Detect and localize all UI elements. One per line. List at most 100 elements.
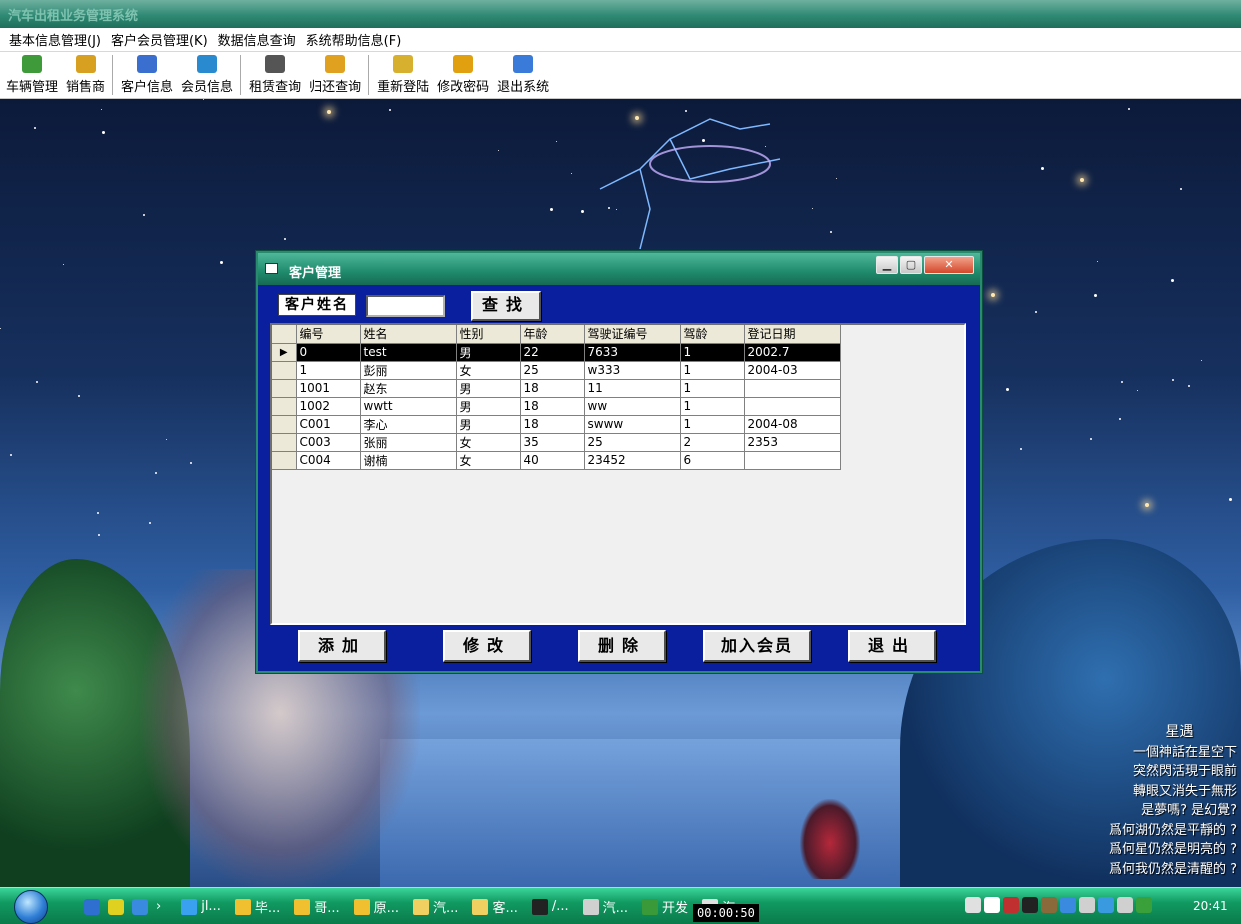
keyboard-icon[interactable] — [965, 897, 981, 913]
table-cell[interactable]: 35 — [520, 433, 585, 452]
taskbar-item[interactable]: 汽... — [409, 897, 466, 916]
minimize-button[interactable]: ▁ — [876, 256, 898, 274]
table-cell[interactable]: 2004-08 — [744, 415, 841, 434]
table-row[interactable]: C003 张丽女 35 25 2 2353 — [272, 433, 841, 452]
grid-column-header[interactable]: 登记日期 — [744, 325, 841, 344]
row-selector[interactable] — [272, 397, 297, 416]
toolbar-button[interactable]: 会员信息 — [177, 55, 237, 95]
toolbar-button[interactable]: 修改密码 — [433, 55, 493, 95]
row-selector[interactable] — [272, 433, 297, 452]
grid-column-header[interactable]: 性别 — [456, 325, 521, 344]
table-cell[interactable]: test — [360, 343, 457, 362]
table-cell[interactable]: swww — [584, 415, 681, 434]
table-cell[interactable]: 2353 — [744, 433, 841, 452]
toolbar-button[interactable]: 车辆管理 — [2, 55, 62, 95]
toolbar-button[interactable]: 退出系统 — [493, 55, 553, 95]
toolbar-button[interactable]: 重新登陆 — [373, 55, 433, 95]
grid-column-header[interactable]: 姓名 — [360, 325, 457, 344]
table-cell[interactable]: 11 — [584, 379, 681, 398]
table-cell[interactable]: 男 — [456, 343, 521, 362]
table-row[interactable]: C004 谢楠女 40 23452 6 — [272, 451, 841, 470]
table-cell[interactable]: C004 — [296, 451, 361, 470]
table-cell[interactable]: 女 — [456, 433, 521, 452]
search-button[interactable]: 查找 — [471, 291, 541, 321]
taskbar-item[interactable]: 哥... — [290, 897, 347, 916]
monitor-icon[interactable] — [1079, 897, 1095, 913]
delete-button[interactable]: 删除 — [578, 630, 666, 662]
toolbar-button[interactable]: 归还查询 — [305, 55, 365, 95]
table-cell[interactable]: 2004-03 — [744, 361, 841, 380]
game-icon[interactable] — [1003, 897, 1019, 913]
table-cell[interactable]: 7633 — [584, 343, 681, 362]
table-row[interactable]: 1002 wwtt 男 18 ww 1 — [272, 397, 841, 416]
table-cell[interactable]: 1 — [680, 397, 745, 416]
table-cell[interactable]: C001 — [296, 415, 361, 434]
table-cell[interactable]: 男 — [456, 415, 521, 434]
clock[interactable]: 20:41 — [1193, 899, 1228, 913]
grid-column-header[interactable]: 驾龄 — [680, 325, 745, 344]
grid-column-header[interactable]: 年龄 — [520, 325, 585, 344]
add-button[interactable]: 添加 — [298, 630, 386, 662]
table-cell[interactable]: 男 — [456, 397, 521, 416]
table-cell[interactable]: 男 — [456, 379, 521, 398]
table-cell[interactable]: 0 — [296, 343, 361, 362]
table-cell[interactable]: 1 — [680, 343, 745, 362]
shield-icon[interactable] — [1136, 897, 1152, 913]
table-cell[interactable]: 6 — [680, 451, 745, 470]
table-cell[interactable]: 1 — [680, 415, 745, 434]
wifi-icon[interactable] — [1098, 897, 1114, 913]
table-cell[interactable]: wwtt — [360, 397, 457, 416]
close-button[interactable]: ✕ — [924, 256, 974, 274]
menu-data-query[interactable]: 数据信息查询 — [213, 30, 301, 49]
grid-column-header[interactable]: 驾驶证编号 — [584, 325, 681, 344]
table-cell[interactable]: 22 — [520, 343, 585, 362]
table-row[interactable]: ▶ 0 test 男 22 7633 1 2002.7 — [272, 343, 841, 362]
row-selector[interactable] — [272, 415, 297, 434]
edit-button[interactable]: 修改 — [443, 630, 531, 662]
table-cell[interactable]: 1002 — [296, 397, 361, 416]
table-cell[interactable] — [744, 451, 841, 470]
user-icon[interactable] — [1041, 897, 1057, 913]
menu-customer-member[interactable]: 客户会员管理(K) — [106, 30, 213, 49]
ie-icon[interactable] — [132, 898, 148, 915]
table-cell[interactable]: 2002.7 — [744, 343, 841, 362]
table-row[interactable]: 1001 赵东男 18 11 1 — [272, 379, 841, 398]
table-row[interactable]: 1 彭丽女 25 w333 1 2004-03 — [272, 361, 841, 380]
table-cell[interactable] — [744, 397, 841, 416]
table-cell[interactable]: 18 — [520, 397, 585, 416]
network-icon[interactable] — [1060, 897, 1076, 913]
show-desktop-icon[interactable] — [84, 898, 100, 915]
help-icon[interactable] — [984, 897, 1000, 913]
table-cell[interactable]: 女 — [456, 361, 521, 380]
maximize-button[interactable]: ▢ — [900, 256, 922, 274]
toolbar-button[interactable]: 租赁查询 — [245, 55, 305, 95]
join-member-button[interactable]: 加入会员 — [703, 630, 811, 662]
taskbar-item[interactable]: /... — [528, 898, 577, 915]
menu-basic-info[interactable]: 基本信息管理(J) — [4, 30, 106, 49]
table-cell[interactable]: 1 — [680, 361, 745, 380]
table-cell[interactable]: 18 — [520, 415, 585, 434]
taskbar-item[interactable]: jl... — [177, 898, 229, 915]
customer-grid[interactable]: 编号 姓名 性别 年龄 驾驶证编号 驾龄 登记日期 ▶ 0 test 男 22 7633 1 2002.7… — [270, 323, 966, 625]
taskbar-item[interactable]: 客... — [468, 897, 525, 916]
table-cell[interactable]: 25 — [520, 361, 585, 380]
taskbar-item[interactable]: 开发 — [638, 897, 696, 916]
chevron-right-icon[interactable]: › — [156, 899, 161, 914]
table-cell[interactable]: w333 — [584, 361, 681, 380]
taskbar-item[interactable]: 毕... — [231, 897, 288, 916]
table-cell[interactable]: 张丽 — [360, 433, 457, 452]
taskbar-item[interactable]: 原... — [350, 897, 407, 916]
start-button[interactable] — [14, 890, 48, 924]
table-cell[interactable]: ww — [584, 397, 681, 416]
row-selector[interactable]: ▶ — [272, 343, 297, 362]
table-cell[interactable]: 彭丽 — [360, 361, 457, 380]
table-cell[interactable]: C003 — [296, 433, 361, 452]
menu-help[interactable]: 系统帮助信息(F) — [301, 30, 407, 49]
table-cell[interactable]: 25 — [584, 433, 681, 452]
row-selector[interactable] — [272, 379, 297, 398]
table-cell[interactable] — [744, 379, 841, 398]
dialog-titlebar[interactable]: 客户管理 ▁ ▢ ✕ — [258, 253, 980, 285]
toolbar-button[interactable]: 客户信息 — [117, 55, 177, 95]
row-selector[interactable] — [272, 361, 297, 380]
taskbar-item[interactable]: 汽... — [579, 897, 636, 916]
